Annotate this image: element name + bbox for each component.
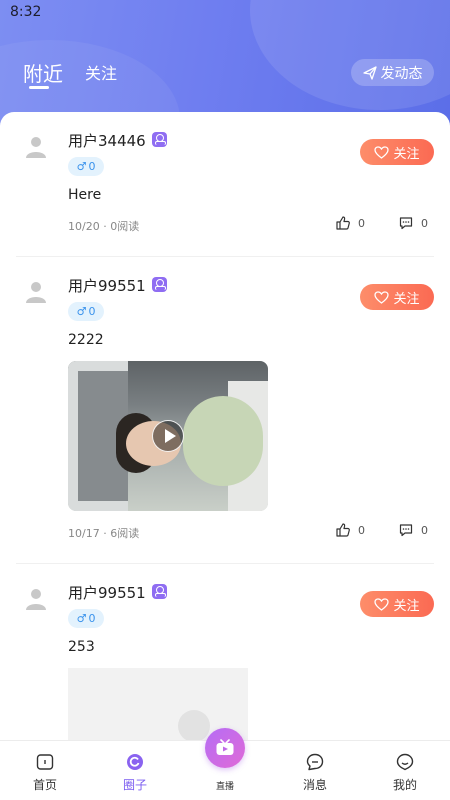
send-icon: [362, 65, 377, 80]
tab-messages[interactable]: 消息: [270, 741, 360, 800]
male-icon: ♂: [76, 160, 87, 173]
profile-icon: [396, 753, 414, 771]
follow-label: 关注: [393, 598, 420, 614]
comment-button[interactable]: 0: [399, 216, 428, 230]
tab-active-indicator: [29, 86, 49, 89]
gender-count: 0: [88, 160, 96, 173]
comment-icon: [399, 524, 413, 537]
tab-profile[interactable]: 我的: [360, 741, 450, 800]
tab-home-label: 首页: [32, 778, 57, 792]
post-moment-button[interactable]: 发动态: [351, 59, 434, 86]
circle-icon: [127, 754, 143, 770]
avatar[interactable]: [24, 280, 48, 304]
comment-icon: [399, 217, 413, 230]
follow-button[interactable]: 关注: [360, 591, 434, 617]
comment-count: 0: [421, 216, 428, 230]
tab-messages-label: 消息: [302, 778, 327, 792]
post-moment-label: 发动态: [380, 65, 423, 82]
like-count: 0: [358, 216, 365, 230]
status-bar-time: 8:32: [10, 4, 42, 20]
post-content: Here: [68, 187, 102, 203]
follow-label: 关注: [393, 291, 420, 307]
username[interactable]: 用户99551: [68, 582, 146, 603]
heart-icon: [374, 597, 390, 611]
gender-count: 0: [88, 612, 96, 625]
post-card[interactable]: 用户34446 ♂ 0 Here 关注 10/20 · 0阅读 0 0: [0, 112, 450, 257]
header-decoration: [250, 0, 450, 110]
home-icon: [36, 754, 54, 770]
post-content: 2222: [68, 332, 104, 348]
avatar[interactable]: [24, 587, 48, 611]
male-icon: ♂: [76, 305, 87, 318]
avatar[interactable]: [24, 135, 48, 159]
gender-badge: ♂ 0: [68, 302, 104, 321]
live-button[interactable]: [205, 728, 245, 768]
username[interactable]: 用户34446: [68, 130, 146, 151]
heart-icon: [374, 145, 390, 159]
follow-label: 关注: [393, 146, 420, 162]
gender-count: 0: [88, 305, 96, 318]
vip-badge-icon: [152, 132, 167, 147]
like-button[interactable]: 0: [336, 523, 365, 537]
play-icon[interactable]: [152, 420, 184, 452]
comment-button[interactable]: 0: [399, 523, 428, 537]
username[interactable]: 用户99551: [68, 275, 146, 296]
thumbs-up-icon: [336, 216, 350, 230]
message-icon: [306, 753, 324, 771]
tab-following[interactable]: 关注: [85, 60, 117, 84]
vip-badge-icon: [152, 584, 167, 599]
post-card[interactable]: 用户99551 ♂ 0 2222 关注 10/17 · 6阅读 0 0: [0, 257, 450, 564]
image-loading-placeholder: [178, 710, 210, 740]
tab-circle-label: 圈子: [122, 778, 147, 792]
gender-badge: ♂ 0: [68, 609, 104, 628]
like-button[interactable]: 0: [336, 216, 365, 230]
heart-icon: [374, 290, 390, 304]
like-count: 0: [358, 523, 365, 537]
gender-badge: ♂ 0: [68, 157, 104, 176]
live-tv-icon: [216, 739, 234, 755]
male-icon: ♂: [76, 612, 87, 625]
post-card[interactable]: 用户99551 ♂ 0 253 关注: [0, 564, 450, 740]
post-meta: 10/17 · 6阅读: [68, 527, 140, 540]
comment-count: 0: [421, 523, 428, 537]
follow-button[interactable]: 关注: [360, 139, 434, 165]
tab-circle[interactable]: 圈子: [90, 741, 180, 800]
post-content: 253: [68, 639, 95, 655]
feed-list[interactable]: 用户34446 ♂ 0 Here 关注 10/20 · 0阅读 0 0 用户99…: [0, 112, 450, 740]
vip-badge-icon: [152, 277, 167, 292]
thumbs-up-icon: [336, 523, 350, 537]
video-scene: [183, 396, 263, 486]
tab-profile-label: 我的: [392, 778, 417, 792]
tab-nearby[interactable]: 附近: [23, 58, 63, 87]
post-meta: 10/20 · 0阅读: [68, 220, 140, 233]
follow-button[interactable]: 关注: [360, 284, 434, 310]
tab-live-label: 直播: [215, 782, 234, 792]
video-thumbnail[interactable]: [68, 361, 268, 511]
tab-home[interactable]: 首页: [0, 741, 90, 800]
